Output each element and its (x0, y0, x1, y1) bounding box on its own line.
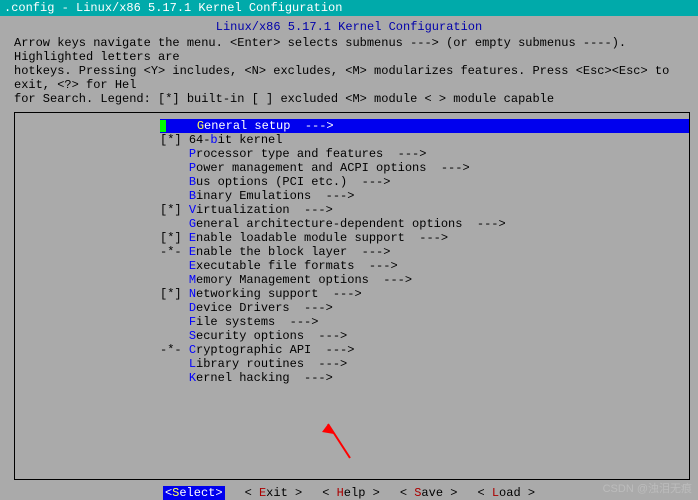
save-button[interactable]: < Save > (400, 486, 458, 500)
help-line: Arrow keys navigate the menu. <Enter> se… (14, 36, 690, 64)
menu-item[interactable]: [*] Networking support ---> (160, 287, 689, 301)
menu-item[interactable]: -*- Enable the block layer ---> (160, 245, 689, 259)
menu-item[interactable]: Processor type and features ---> (160, 147, 689, 161)
load-button[interactable]: < Load > (477, 486, 535, 500)
menu-item[interactable]: Library routines ---> (160, 357, 689, 371)
menu-list[interactable]: General setup --->[*] 64-bit kernel Proc… (160, 119, 689, 385)
menu-item[interactable]: [*] Virtualization ---> (160, 203, 689, 217)
menu-item[interactable]: General architecture-dependent options -… (160, 217, 689, 231)
menu-item[interactable]: Power management and ACPI options ---> (160, 161, 689, 175)
help-button[interactable]: < Help > (322, 486, 380, 500)
main-area: Linux/x86 5.17.1 Kernel Configuration Ar… (0, 16, 698, 500)
menu-frame: General setup --->[*] 64-bit kernel Proc… (14, 112, 690, 480)
window-title: .config - Linux/x86 5.17.1 Kernel Config… (0, 0, 698, 16)
page-heading: Linux/x86 5.17.1 Kernel Configuration (0, 20, 698, 34)
menu-item[interactable]: Kernel hacking ---> (160, 371, 689, 385)
menu-item[interactable]: File systems ---> (160, 315, 689, 329)
menu-item[interactable]: Device Drivers ---> (160, 301, 689, 315)
menu-item[interactable]: Security options ---> (160, 329, 689, 343)
select-button[interactable]: <Select> (163, 486, 225, 500)
button-bar: <Select> < Exit > < Help > < Save > < Load > (0, 486, 698, 500)
help-line: hotkeys. Pressing <Y> includes, <N> excl… (14, 64, 690, 92)
menu-item[interactable]: [*] Enable loadable module support ---> (160, 231, 689, 245)
exit-button[interactable]: < Exit > (245, 486, 303, 500)
watermark: CSDN @浊泪无痕 (603, 480, 692, 496)
menu-item[interactable]: Memory Management options ---> (160, 273, 689, 287)
menu-item[interactable]: Executable file formats ---> (160, 259, 689, 273)
menu-item[interactable]: [*] 64-bit kernel (160, 133, 689, 147)
menu-item[interactable]: Bus options (PCI etc.) ---> (160, 175, 689, 189)
menu-item[interactable]: General setup ---> (160, 119, 689, 133)
menu-item[interactable]: -*- Cryptographic API ---> (160, 343, 689, 357)
menu-item[interactable]: Binary Emulations ---> (160, 189, 689, 203)
help-line: for Search. Legend: [*] built-in [ ] exc… (14, 92, 690, 106)
help-text: Arrow keys navigate the menu. <Enter> se… (0, 34, 698, 110)
